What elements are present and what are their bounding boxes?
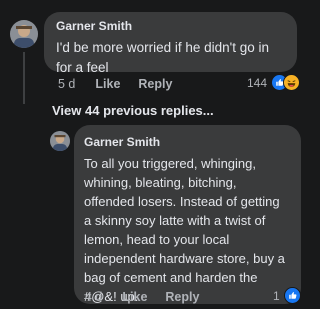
- like-icon: [283, 287, 301, 304]
- avatar[interactable]: [10, 20, 38, 48]
- thread-connector-line: [23, 52, 25, 104]
- comments-thread: Garner Smith I'd be more worried if he d…: [0, 0, 309, 309]
- comment-author[interactable]: Garner Smith: [84, 134, 289, 150]
- like-button[interactable]: Like: [95, 77, 120, 91]
- comment-timestamp[interactable]: 4 d: [85, 290, 102, 304]
- like-button[interactable]: Like: [122, 290, 147, 304]
- haha-icon: [283, 74, 301, 91]
- user-avatar-icon: [10, 20, 38, 48]
- view-previous-replies-link[interactable]: View 44 previous replies...: [52, 103, 214, 118]
- comment-text: I'd be more worried if he didn't go in f…: [56, 40, 270, 75]
- comment-timestamp[interactable]: 5 d: [58, 77, 75, 91]
- comment-author[interactable]: Garner Smith: [56, 18, 285, 34]
- user-avatar-icon: [50, 131, 70, 151]
- comment-actions: 4 d Like Reply: [85, 290, 217, 304]
- reaction-summary[interactable]: 1: [273, 287, 301, 304]
- reply-button[interactable]: Reply: [138, 77, 172, 91]
- comment-bubble: Garner Smith To all you triggered, whing…: [74, 125, 301, 304]
- reaction-count: 144: [247, 75, 268, 90]
- comment-actions: 5 d Like Reply: [58, 77, 190, 91]
- reply-button[interactable]: Reply: [165, 290, 199, 304]
- comment-text: To all you triggered, whinging, whining,…: [84, 156, 285, 304]
- reaction-count: 1: [273, 288, 280, 303]
- comment-bubble: Garner Smith I'd be more worried if he d…: [44, 12, 297, 75]
- reaction-summary[interactable]: 144: [247, 74, 301, 91]
- avatar[interactable]: [50, 131, 70, 151]
